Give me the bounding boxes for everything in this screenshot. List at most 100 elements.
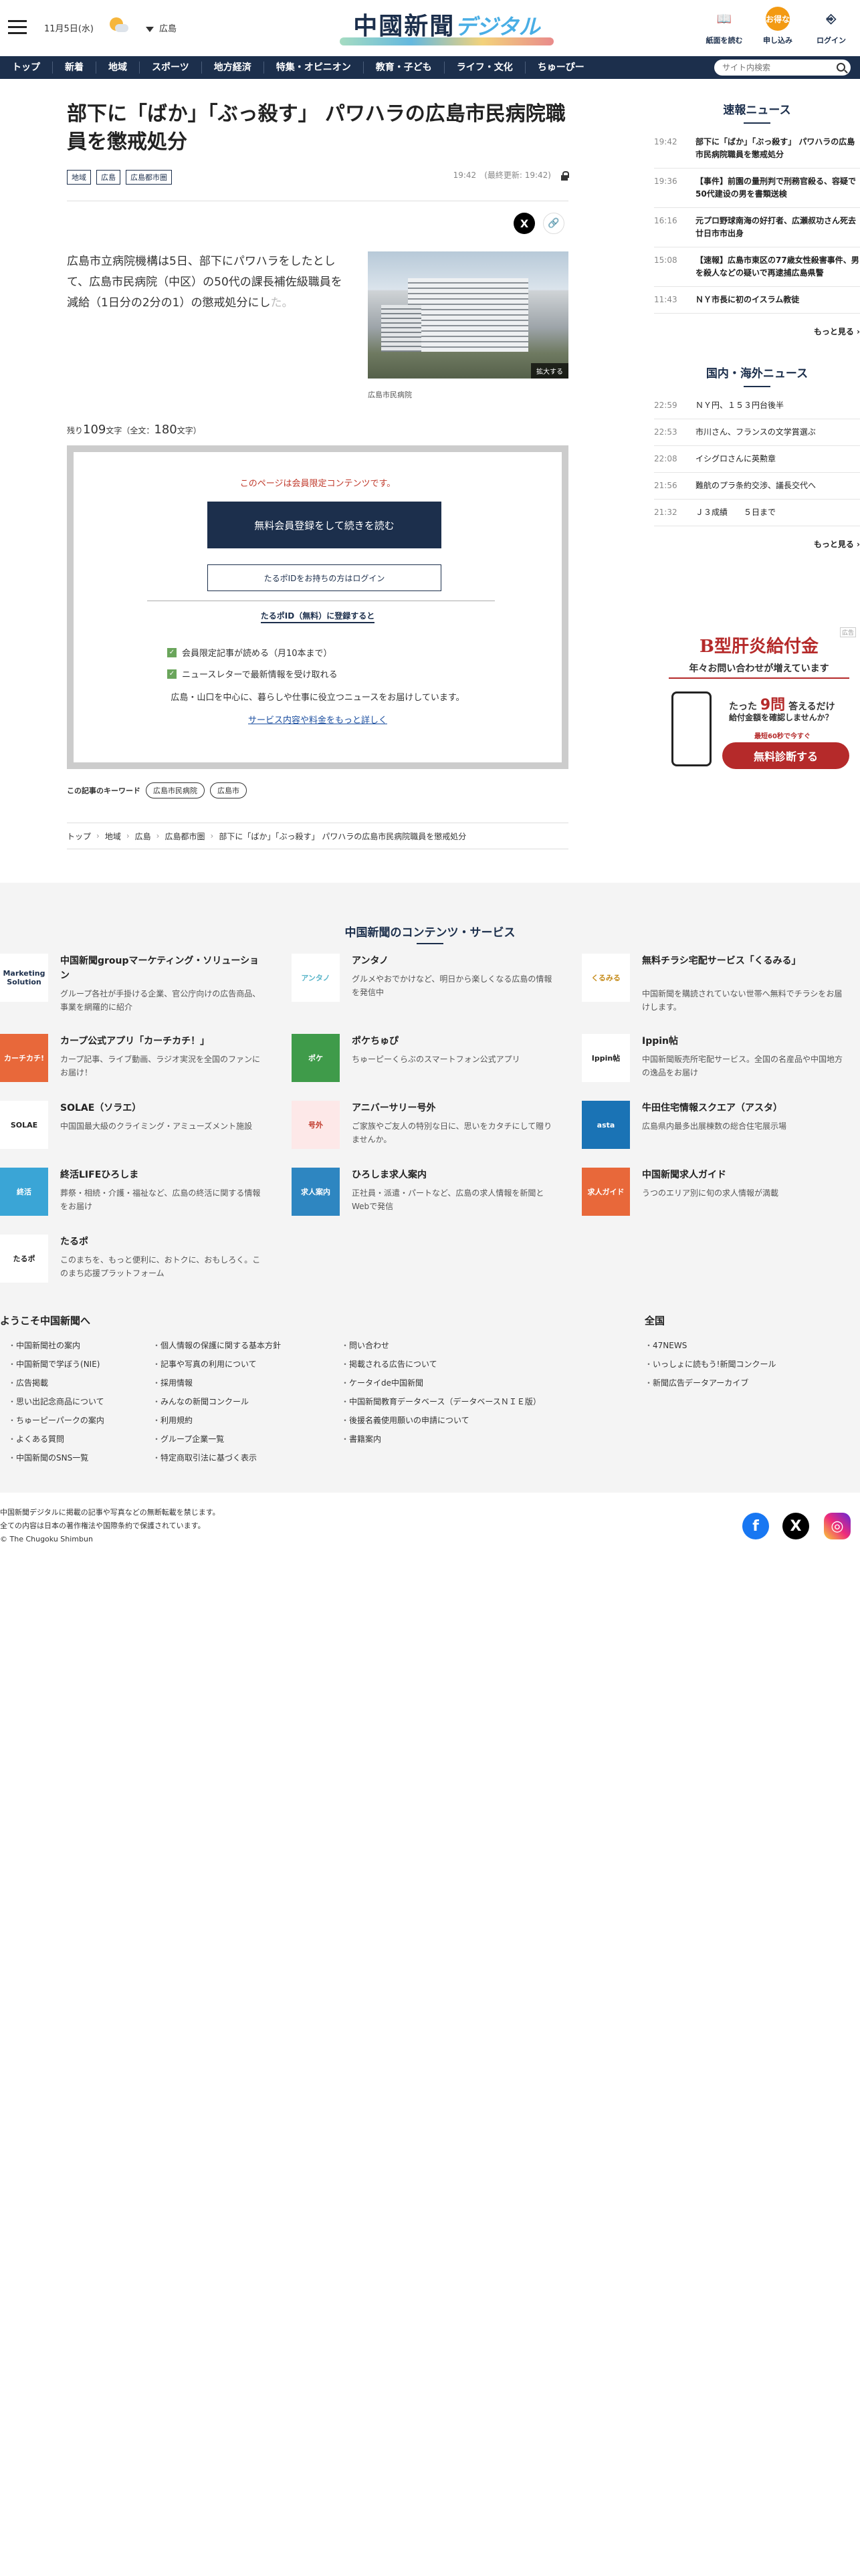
footer-link[interactable]: 中国新聞のSNS一覧 — [8, 1448, 104, 1467]
breadcrumb-item[interactable]: 地域 — [105, 831, 121, 842]
service-card[interactable]: asta 牛田住宅情報スクエア（アスタ） 広島県内最多出展棟数の総合住宅展示場 — [582, 1101, 849, 1168]
footer-link[interactable]: 特定商取引法に基づく表示 — [152, 1448, 281, 1467]
flash-more-link[interactable]: もっと見る — [654, 314, 860, 337]
news-item[interactable]: 22:59 ＮＹ円、１５３円台後半 — [654, 393, 860, 419]
login-icon: ⎆ — [826, 11, 837, 26]
ad-fast-text: 最短60秒で今すぐ — [754, 733, 811, 740]
footer-link[interactable]: 掲載される広告について — [341, 1355, 541, 1374]
footer-link[interactable]: 新聞広告データアーカイブ — [645, 1374, 776, 1392]
news-item[interactable]: 22:53 市川さん、フランスの文学賞選ぶ — [654, 419, 860, 446]
service-card[interactable]: カーチカチ! カープ公式アプリ「カーチカチ！」 カープ記事、ライブ動画、ラジオ実況を… — [0, 1034, 267, 1101]
footer-link[interactable]: 利用規約 — [152, 1411, 281, 1430]
world-more-link[interactable]: もっと見る — [654, 526, 860, 550]
tag-link[interactable]: 広島 — [96, 170, 120, 185]
footer-link[interactable]: 後援名義使用願いの申請について — [341, 1411, 541, 1430]
x-icon[interactable]: X — [782, 1513, 809, 1539]
breadcrumb-item[interactable]: 広島都市圏 — [165, 831, 205, 842]
ad-diagnose-button[interactable]: 無料診断する — [722, 742, 849, 769]
service-description: 中国新聞を購読されていない世帯へ無料でチラシをお届けします。 — [642, 989, 843, 1012]
sidebar: 速報ニュース 19:42 部下に「ばか」「ぶっ殺す」 パワハラの広島市民病院職員を… — [654, 100, 860, 550]
news-item[interactable]: 15:08 【速報】広島市東区の77歳女性殺害事件、男を殺人などの疑いで再逮捕広島… — [654, 247, 860, 287]
service-card[interactable]: Marketing Solution 中国新聞groupマーケティング・ソリューシ… — [0, 954, 267, 1021]
footer-link[interactable]: 書籍案内 — [341, 1430, 541, 1448]
news-item[interactable]: 19:36 【事件】前園の量刑判で刑務官殺る、容疑で50代建设の男を書類送検 — [654, 169, 860, 208]
footer-link[interactable]: ちゅーピーパークの案内 — [8, 1411, 104, 1430]
instagram-icon[interactable]: ◎ — [824, 1513, 851, 1539]
login-button[interactable]: ⎆ ログイン — [808, 7, 855, 45]
breadcrumb-item[interactable]: 広島 — [135, 831, 151, 842]
service-card[interactable]: 求人案内 ひろしま求人案内 正社員・派遣・パートなど、広島の求人情報を新聞とWebで… — [292, 1168, 559, 1235]
copy-link-icon[interactable]: 🔗 — [543, 213, 564, 234]
sidebar-ad[interactable]: 広告 B型肝炎給付金 年々お問い合わせが増えています たった 9問 答えるだけ … — [662, 627, 856, 794]
nav-item-economy[interactable]: 地方経済 — [202, 62, 264, 74]
footer-link[interactable]: 中国新聞社の案内 — [8, 1336, 104, 1355]
tarupo-login-button[interactable]: たるポIDをお持ちの方はログイン — [207, 564, 441, 591]
area-selector[interactable]: 広島 — [146, 21, 177, 34]
nav-item-chupy[interactable]: ちゅーぴー — [526, 62, 597, 74]
footer-link[interactable]: 採用情報 — [152, 1374, 281, 1392]
share-x-button[interactable]: X — [514, 213, 535, 234]
nav-item-education[interactable]: 教育・子ども — [364, 62, 445, 74]
nav-item-region[interactable]: 地域 — [96, 62, 140, 74]
footer-link[interactable]: 中国新聞教育データベース（データベースＮＩＥ版） — [341, 1392, 541, 1411]
service-details-link[interactable]: サービス内容や料金をもっと詳しく — [74, 713, 562, 726]
keyword-link[interactable]: 広島市民病院 — [146, 782, 205, 798]
service-card[interactable]: アンタノ アンタノ グルメやおでかけなど、明日から楽しくなる広島の情報を発信中 — [292, 954, 559, 1021]
read-paper-button[interactable]: 📖 紙面を読む — [701, 7, 748, 45]
footer-link[interactable]: 問い合わせ — [341, 1336, 541, 1355]
footer-link[interactable]: グループ企業一覧 — [152, 1430, 281, 1448]
service-description: ご家族やご友人の特別な日に、思いをカタチにして贈りませんか。 — [352, 1121, 552, 1144]
service-card[interactable]: 終活 終活LIFEひろしま 葬祭・相続・介護・福祉など、広島の終活に関する情報をお届… — [0, 1168, 267, 1235]
news-item[interactable]: 11:43 ＮＹ市長に初のイスラム教徒 — [654, 287, 860, 314]
news-item[interactable]: 21:32 Ｊ３成績 ５日まで — [654, 500, 860, 526]
nav-item-top[interactable]: トップ — [0, 62, 53, 74]
keyword-link[interactable]: 広島市 — [210, 782, 247, 798]
header-date: 11月5日(水) — [44, 24, 94, 34]
service-name: 中国新聞groupマーケティング・ソリューション — [60, 956, 259, 981]
service-card[interactable]: 求人ガイド 中国新聞求人ガイド うつのエリア別に旬の求人情報が満載 — [582, 1168, 849, 1235]
logo-decoration — [340, 37, 554, 45]
ad-badge: 広告 — [839, 627, 856, 637]
nav-item-sports[interactable]: スポーツ — [140, 62, 202, 74]
news-item[interactable]: 22:08 イシグロさんに英勲章 — [654, 446, 860, 473]
menu-icon[interactable] — [8, 20, 27, 35]
check-icon: ✓ — [167, 669, 177, 679]
news-item[interactable]: 16:16 元プロ野球南海の好打者、広瀬叔功さん死去 廿日市市出身 — [654, 208, 860, 247]
news-item[interactable]: 19:42 部下に「ばか」「ぶっ殺す」 パワハラの広島市民病院職員を懲戒処分 — [654, 129, 860, 169]
footer-link[interactable]: よくある質問 — [8, 1430, 104, 1448]
facebook-icon[interactable]: f — [742, 1513, 769, 1539]
apply-button[interactable]: お得な 申し込み — [754, 7, 801, 45]
article-keywords: この記事のキーワード 広島市民病院 広島市 — [67, 782, 247, 798]
nav-item-life[interactable]: ライフ・文化 — [445, 62, 526, 74]
nav-item-opinion[interactable]: 特集・オピニオン — [264, 62, 364, 74]
search-input[interactable] — [714, 60, 828, 76]
service-card[interactable]: 号外 アニバーサリー号外 ご家族やご友人の特別な日に、思いをカタチにして贈りませんか… — [292, 1101, 559, 1168]
footer-link[interactable]: 思い出記念商品について — [8, 1392, 104, 1411]
service-card[interactable]: Ippin帖 Ippin帖 中国新聞販売所宅配サービス。全国の名産品や中国地方の逸品… — [582, 1034, 849, 1101]
service-card[interactable]: SOLAE SOLAE（ソラエ） 中国国最大級のクライミング・アミューズメント施設 — [0, 1101, 267, 1168]
footer-link[interactable]: 広告掲載 — [8, 1374, 104, 1392]
news-item[interactable]: 21:56 難航のプラ条約交渉、議長交代へ — [654, 473, 860, 500]
service-logo-icon: たるポ — [0, 1235, 48, 1283]
tag-link[interactable]: 広島都市圏 — [126, 170, 172, 185]
footer-link[interactable]: ケータイde中国新聞 — [341, 1374, 541, 1392]
footer-link[interactable]: いっしょに読もう!新聞コンクール — [645, 1355, 776, 1374]
service-card[interactable]: たるポ たるポ このまちを、もっと便利に、おトクに、おもしろく。このまち応援プラット… — [0, 1235, 267, 1301]
service-card[interactable]: ポケ ポケちゅぴ ちゅーピーくらぶのスマートフォン公式アプリ — [292, 1034, 559, 1101]
enlarge-button[interactable]: 拡大する — [531, 363, 568, 379]
footer-link[interactable]: 中国新聞で学ぼう(NIE) — [8, 1355, 104, 1374]
site-logo[interactable]: 中國新聞デジタル — [340, 7, 554, 45]
footer-link[interactable]: 47NEWS — [645, 1336, 776, 1355]
free-register-button[interactable]: 無料会員登録をして続きを読む — [207, 502, 441, 548]
footer-link[interactable]: 個人情報の保護に関する基本方針 — [152, 1336, 281, 1355]
breadcrumb-item[interactable]: トップ — [67, 831, 91, 842]
footer-link[interactable]: みんなの新聞コンクール — [152, 1392, 281, 1411]
article-photo[interactable]: 拡大する — [368, 251, 568, 379]
article-lead: 広島市立病院機構は5日、部下にパワハラをしたとして、広島市民病院（中区）の50代… — [67, 255, 342, 310]
search-icon[interactable] — [837, 63, 845, 72]
tag-link[interactable]: 地域 — [67, 170, 91, 185]
service-description: このまちを、もっと便利に、おトクに、おもしろく。このまち応援プラットフォーム — [60, 1255, 261, 1278]
service-card[interactable]: くるみる 無料チラシ宅配サービス「くるみる」 中国新聞を購読されていない世帯へ無料で… — [582, 954, 849, 1021]
footer-link[interactable]: 記事や写真の利用について — [152, 1355, 281, 1374]
nav-item-new[interactable]: 新着 — [53, 62, 96, 74]
